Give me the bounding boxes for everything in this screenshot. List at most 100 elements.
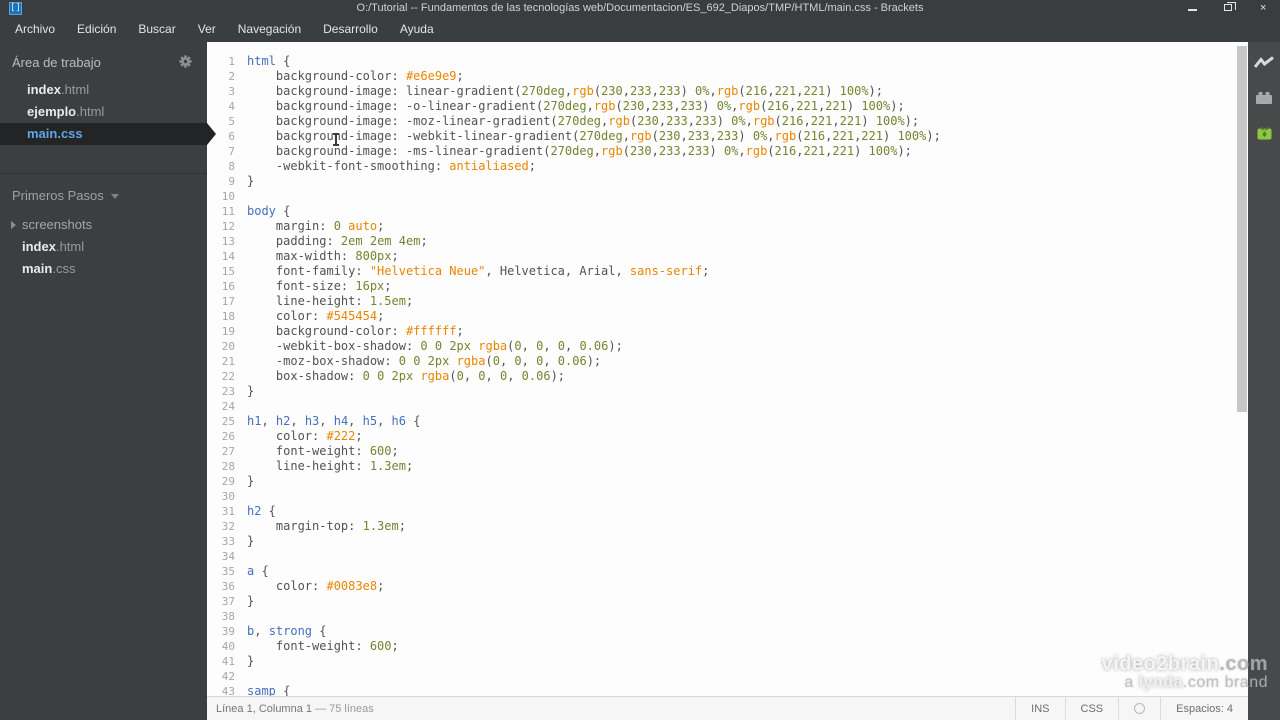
code-line[interactable]: 25 h1, h2, h3, h4, h5, h6 { <box>207 414 1236 429</box>
line-number: 29 <box>221 475 235 488</box>
insert-mode-toggle[interactable]: INS <box>1015 697 1064 720</box>
line-number: 4 <box>228 100 235 113</box>
code-line[interactable]: 36 color: #0083e8; <box>207 579 1236 594</box>
tree-file-index-html[interactable]: index.html <box>0 236 207 258</box>
indent-setting[interactable]: Espacios: 4 <box>1160 697 1248 720</box>
scrollbar-thumb[interactable] <box>1237 46 1247 412</box>
restore-icon[interactable] <box>1222 2 1236 14</box>
code-line[interactable]: 19 background-color: #ffffff; <box>207 324 1236 339</box>
code-line[interactable]: 32 margin-top: 1.3em; <box>207 519 1236 534</box>
line-number: 38 <box>221 610 235 623</box>
working-file-index-html[interactable]: index.html <box>0 79 207 101</box>
line-number: 10 <box>221 190 235 203</box>
code-line[interactable]: 30 <box>207 489 1236 504</box>
code-line[interactable]: 5 background-image: -moz-linear-gradient… <box>207 114 1236 129</box>
tree-file-main-css[interactable]: main.css <box>0 258 207 280</box>
project-switcher[interactable]: Primeros Pasos <box>0 184 207 208</box>
close-icon[interactable]: × <box>1258 2 1272 14</box>
code-line[interactable]: 11 body { <box>207 204 1236 219</box>
code-lines: 1 html {2 background-color: #e6e9e9; 3 bac… <box>207 54 1236 696</box>
code-line[interactable]: 6 background-image: -webkit-linear-gradi… <box>207 129 1236 144</box>
line-number: 16 <box>221 280 235 293</box>
code-line[interactable]: 23} <box>207 384 1236 399</box>
menu-navegacion[interactable]: Navegación <box>227 16 312 42</box>
language-indicator[interactable]: CSS <box>1064 697 1119 720</box>
line-number: 9 <box>228 175 235 188</box>
line-number: 37 <box>221 595 235 608</box>
code-line[interactable]: 40 font-weight: 600; <box>207 639 1236 654</box>
code-line[interactable]: 2 background-color: #e6e9e9; <box>207 69 1236 84</box>
code-line[interactable]: 41} <box>207 654 1236 669</box>
code-line[interactable]: 39 b, strong { <box>207 624 1236 639</box>
code-line[interactable]: 28 line-height: 1.3em; <box>207 459 1236 474</box>
code-line[interactable]: 22 box-shadow: 0 0 2px rgba(0, 0, 0, 0.0… <box>207 369 1236 384</box>
working-file-ejemplo-html[interactable]: ejemplo.html <box>0 101 207 123</box>
code-line[interactable]: 8 -webkit-font-smoothing: antialiased; <box>207 159 1236 174</box>
code-line[interactable]: 20 -webkit-box-shadow: 0 0 2px rgba(0, 0… <box>207 339 1236 354</box>
menu-buscar[interactable]: Buscar <box>127 16 186 42</box>
menu-ayuda[interactable]: Ayuda <box>389 16 445 42</box>
line-number: 20 <box>221 340 235 353</box>
menu-ver[interactable]: Ver <box>187 16 227 42</box>
line-number: 41 <box>221 655 235 668</box>
code-editor[interactable]: 1 html {2 background-color: #e6e9e9; 3 bac… <box>207 42 1236 696</box>
line-number: 26 <box>221 430 235 443</box>
code-line[interactable]: 21 -moz-box-shadow: 0 0 2px rgba(0, 0, 0… <box>207 354 1236 369</box>
code-line[interactable]: 31 h2 { <box>207 504 1236 519</box>
code-line[interactable]: 4 background-image: -o-linear-gradient(2… <box>207 99 1236 114</box>
working-file-main-css-selected[interactable]: main.css <box>0 123 216 145</box>
tree-folder-screenshots[interactable]: screenshots <box>0 214 207 236</box>
code-line[interactable]: 33} <box>207 534 1236 549</box>
code-line[interactable]: 38 <box>207 609 1236 624</box>
code-line[interactable]: 12 margin: 0 auto; <box>207 219 1236 234</box>
window-title: O:/Tutorial -- Fundamentos de las tecnol… <box>356 2 924 14</box>
right-toolbar <box>1248 42 1280 720</box>
menu-edicion[interactable]: Edición <box>66 16 127 42</box>
line-number: 39 <box>221 625 235 638</box>
code-line[interactable]: 34 <box>207 549 1236 564</box>
extension-manager-icon[interactable] <box>1254 89 1274 107</box>
code-line[interactable]: 9} <box>207 174 1236 189</box>
lint-status[interactable] <box>1118 697 1160 720</box>
chevron-down-icon <box>110 194 119 200</box>
sidebar: Área de trabajo index.html ejemplo.html … <box>0 42 216 720</box>
gear-icon[interactable] <box>179 55 192 71</box>
code-line[interactable]: 42 <box>207 669 1236 684</box>
code-line[interactable]: 37} <box>207 594 1236 609</box>
line-number: 12 <box>221 220 235 233</box>
line-number: 31 <box>221 505 235 518</box>
live-preview-icon[interactable] <box>1254 54 1274 72</box>
code-line[interactable]: 18 color: #545454; <box>207 309 1236 324</box>
menu-desarrollo[interactable]: Desarrollo <box>312 16 389 42</box>
brackets-window: [] O:/Tutorial -- Fundamentos de las tec… <box>0 0 1280 720</box>
code-line[interactable]: 1 html { <box>207 54 1236 69</box>
editor-scrollbar[interactable] <box>1236 42 1248 696</box>
code-line[interactable]: 24 <box>207 399 1236 414</box>
code-line[interactable]: 14 max-width: 800px; <box>207 249 1236 264</box>
minimize-icon[interactable] <box>1186 2 1200 14</box>
brackets-logo-icon: [] <box>9 2 22 15</box>
video2brain-watermark: video2brain.com a lynda.com brand <box>1101 653 1268 692</box>
line-number: 8 <box>228 160 235 173</box>
line-number: 43 <box>221 685 235 696</box>
code-line[interactable]: 17 line-height: 1.5em; <box>207 294 1236 309</box>
code-line[interactable]: 16 font-size: 16px; <box>207 279 1236 294</box>
code-line[interactable]: 27 font-weight: 600; <box>207 444 1236 459</box>
lint-status-circle-icon <box>1134 703 1146 714</box>
code-line[interactable]: 43 samp { <box>207 684 1236 696</box>
menu-archivo[interactable]: Archivo <box>4 16 66 42</box>
line-number: 35 <box>221 565 235 578</box>
code-line[interactable]: 29} <box>207 474 1236 489</box>
code-line[interactable]: 13 padding: 2em 2em 4em; <box>207 234 1236 249</box>
line-number: 32 <box>221 520 235 533</box>
extension-gift-icon[interactable] <box>1254 124 1274 142</box>
code-line[interactable]: 10 <box>207 189 1236 204</box>
status-bar: Línea 1, Columna 1 — 75 líneas INS CSS E… <box>207 696 1248 720</box>
code-line[interactable]: 15 font-family: "Helvetica Neue", Helvet… <box>207 264 1236 279</box>
line-number: 40 <box>221 640 235 653</box>
code-line[interactable]: 26 color: #222; <box>207 429 1236 444</box>
code-line[interactable]: 3 background-image: linear-gradient(270d… <box>207 84 1236 99</box>
code-line[interactable]: 35 a { <box>207 564 1236 579</box>
line-number: 25 <box>221 415 235 428</box>
code-line[interactable]: 7 background-image: -ms-linear-gradient(… <box>207 144 1236 159</box>
